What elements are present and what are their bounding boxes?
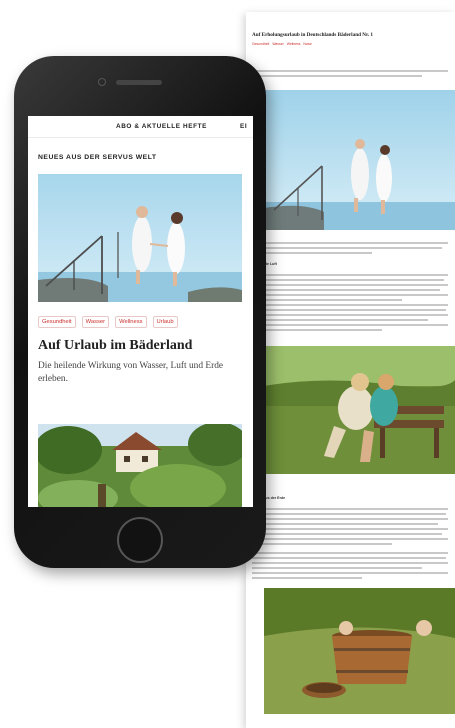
article-image-tubs — [264, 588, 455, 714]
body-text-line — [252, 577, 362, 579]
body-text-line — [252, 289, 440, 291]
tag-list: Gesundheit Wasser Wellness Urlaub — [38, 316, 178, 328]
body-text-line — [252, 309, 446, 311]
article-image-spa — [264, 90, 455, 230]
body-text-line — [252, 319, 428, 321]
body-text-line — [252, 567, 422, 569]
article-tag[interactable]: Wellness — [287, 42, 301, 46]
body-text-line — [252, 543, 392, 545]
body-text-line — [252, 557, 446, 559]
article-tag[interactable]: Wasser — [272, 42, 283, 46]
nav-item-abo[interactable]: ABO & AKTUELLE HEFTE — [116, 123, 207, 130]
article-tag[interactable]: Gesundheit — [252, 42, 269, 46]
body-text-line — [252, 304, 448, 306]
article-image-bench — [264, 346, 455, 474]
article-tags: Gesundheit Wasser Wellness Natur — [252, 42, 312, 46]
top-nav: ABO & AKTUELLE HEFTE EI — [28, 116, 253, 138]
body-text-line — [252, 70, 448, 72]
body-text-line — [252, 562, 448, 564]
next-article-image[interactable] — [38, 424, 242, 507]
tubs-photo — [264, 588, 455, 714]
body-text-line — [252, 294, 448, 296]
spa-photo — [264, 90, 455, 230]
body-text-line — [252, 279, 444, 281]
body-text-line — [252, 299, 402, 301]
body-text-line — [252, 508, 448, 510]
speaker-icon — [116, 80, 162, 85]
camera-icon — [98, 78, 106, 86]
body-text-line — [252, 284, 448, 286]
body-text-line — [252, 75, 422, 77]
phone-screen: ABO & AKTUELLE HEFTE EI NEUES AUS DER SE… — [28, 116, 253, 507]
body-text-line — [252, 252, 372, 254]
spa-photo — [38, 174, 242, 302]
article-page: Auf Erholungsurlaub in Deutschlands Bäde… — [246, 12, 455, 728]
article-tag[interactable]: Natur — [303, 42, 311, 46]
home-button[interactable] — [117, 517, 163, 563]
body-text-line — [252, 513, 446, 515]
tag-wasser[interactable]: Wasser — [81, 316, 110, 328]
article-title: Auf Erholungsurlaub in Deutschlands Bäde… — [252, 32, 374, 38]
garden-photo — [38, 424, 242, 507]
body-text-line — [252, 533, 442, 535]
tag-gesundheit[interactable]: Gesundheit — [38, 316, 76, 328]
body-text-line — [252, 324, 448, 326]
body-text-line — [252, 538, 448, 540]
hero-image[interactable] — [38, 174, 242, 302]
article-headline[interactable]: Auf Urlaub im Bäderland — [38, 338, 243, 354]
body-text-line — [252, 572, 448, 574]
nav-item-next[interactable]: EI — [240, 123, 247, 130]
article-teaser: Die heilende Wirkung von Wasser, Luft un… — [38, 361, 224, 384]
tag-urlaub[interactable]: Urlaub — [152, 316, 178, 328]
body-text-line — [252, 329, 382, 331]
body-text-line — [252, 247, 442, 249]
body-text-line — [252, 518, 448, 520]
body-text-line — [252, 242, 448, 244]
body-text-line — [252, 552, 448, 554]
section-label: NEUES AUS DER SERVUS WELT — [38, 154, 157, 161]
body-text-line — [252, 274, 448, 276]
tag-wellness[interactable]: Wellness — [115, 316, 147, 328]
bench-photo — [264, 346, 455, 474]
body-text-line — [252, 523, 438, 525]
body-text-line — [252, 314, 448, 316]
phone-frame: ABO & AKTUELLE HEFTE EI NEUES AUS DER SE… — [14, 56, 266, 568]
body-text-line — [252, 528, 448, 530]
